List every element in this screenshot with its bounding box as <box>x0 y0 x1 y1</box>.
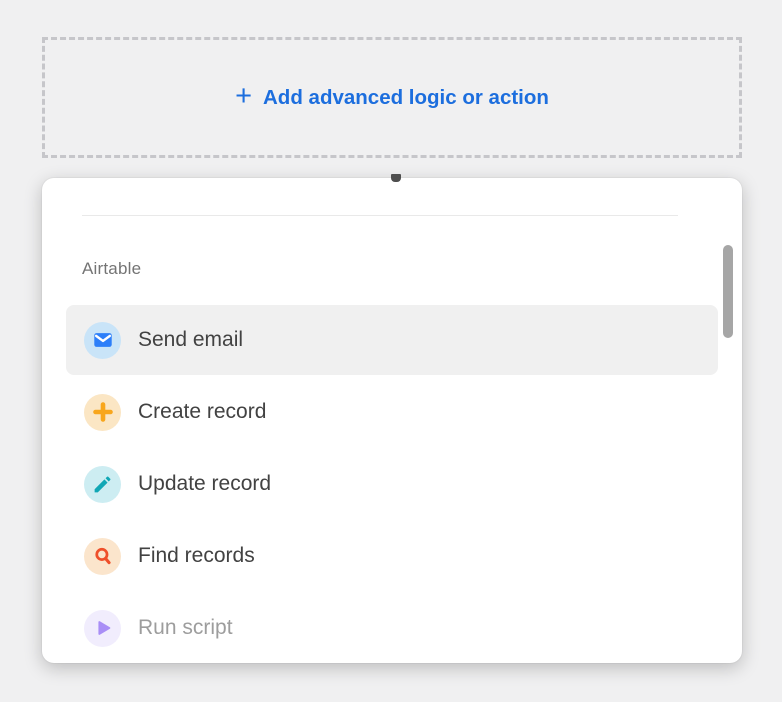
menu-item-label: Update record <box>138 472 272 495</box>
play-icon <box>84 609 121 647</box>
clipped-text-artifact <box>391 174 401 182</box>
menu-item-create-record[interactable]: Create record <box>66 377 718 447</box>
menu-item-label: Create record <box>138 400 267 423</box>
menu-item-find-records[interactable]: Find records <box>66 521 718 591</box>
action-menu-list: Send email Create record Update record F… <box>66 305 718 665</box>
plus-icon: + <box>235 79 252 112</box>
section-label-airtable: Airtable <box>82 259 142 278</box>
menu-item-update-record[interactable]: Update record <box>66 449 718 519</box>
dropdown-scrollbar[interactable] <box>723 245 733 338</box>
menu-item-send-email[interactable]: Send email <box>66 305 718 375</box>
dropdown-divider <box>82 215 678 216</box>
menu-item-label: Run script <box>138 616 233 639</box>
action-picker-dropdown: Airtable Send email Create record Update… <box>42 174 742 665</box>
pencil-icon <box>84 465 121 503</box>
menu-item-run-script[interactable]: Run script <box>66 593 718 663</box>
add-advanced-logic-or-action-button[interactable]: + Add advanced logic or action <box>42 37 742 158</box>
envelope-icon <box>84 321 121 359</box>
plus-icon <box>84 393 121 431</box>
menu-item-label: Send email <box>138 328 244 351</box>
search-icon <box>84 537 121 575</box>
menu-item-label: Find records <box>138 544 255 567</box>
add-action-button-label: Add advanced logic or action <box>263 85 549 109</box>
